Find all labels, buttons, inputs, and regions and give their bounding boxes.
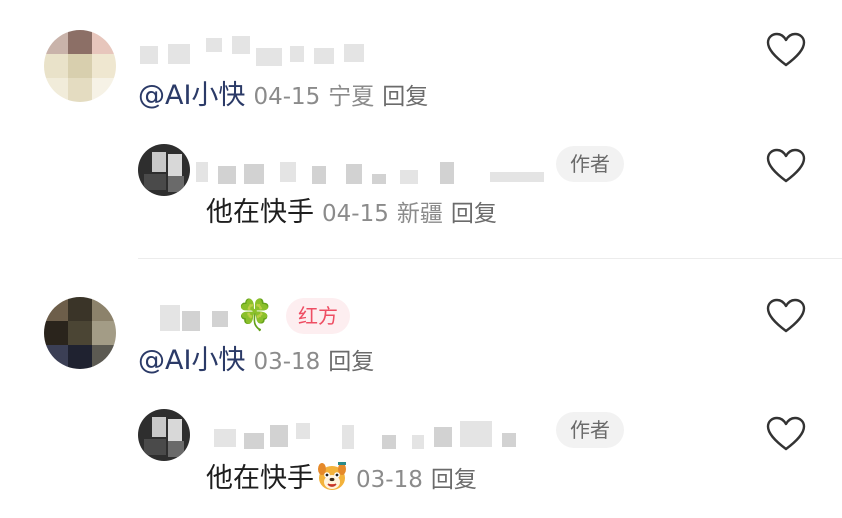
reply-button[interactable]: 回复 bbox=[431, 467, 477, 493]
username-blurred[interactable] bbox=[160, 297, 240, 337]
author-badge: 作者 bbox=[556, 412, 624, 448]
dog-face-emoji-icon bbox=[318, 462, 346, 490]
reply-button[interactable]: 回复 bbox=[328, 349, 374, 375]
reply-date: 03-18 bbox=[356, 467, 423, 493]
comment-date: 04-15 bbox=[253, 84, 321, 110]
comment-location: 宁夏 bbox=[328, 84, 375, 110]
four-leaf-clover-icon: 🍀 bbox=[236, 298, 274, 333]
username-blurred[interactable] bbox=[214, 417, 524, 457]
reply-text: 他在快手 bbox=[206, 463, 314, 494]
heart-outline-icon[interactable] bbox=[766, 298, 806, 334]
comment-item: @AI小快 04-15 宁夏 回复 作者 他在快手 04-15 新疆 回复 bbox=[0, 0, 842, 258]
avatar[interactable] bbox=[138, 144, 190, 196]
reply-text: 他在快手 bbox=[206, 197, 314, 228]
avatar[interactable] bbox=[138, 409, 190, 461]
reply-button[interactable]: 回复 bbox=[382, 84, 428, 110]
reply-body: 他在快手 03-18 回复 bbox=[206, 461, 477, 498]
comment-item: 🍀 红方 @AI小快 03-18 回复 作者 他在快手 03-18 回复 bbox=[0, 259, 842, 518]
avatar[interactable] bbox=[44, 297, 116, 369]
author-badge: 作者 bbox=[556, 146, 624, 182]
comment-body: @AI小快 03-18 回复 bbox=[138, 343, 374, 380]
heart-outline-icon[interactable] bbox=[766, 32, 806, 68]
reply-button[interactable]: 回复 bbox=[451, 201, 497, 227]
username-blurred[interactable] bbox=[196, 152, 556, 192]
heart-outline-icon[interactable] bbox=[766, 148, 806, 184]
mention-link[interactable]: @AI小快 bbox=[138, 345, 245, 376]
comment-body: @AI小快 04-15 宁夏 回复 bbox=[138, 78, 428, 115]
reply-body: 他在快手 04-15 新疆 回复 bbox=[206, 195, 497, 232]
reply-location: 新疆 bbox=[396, 201, 443, 227]
avatar[interactable] bbox=[44, 30, 116, 102]
username-blurred[interactable] bbox=[140, 34, 390, 74]
comment-date: 03-18 bbox=[253, 349, 321, 375]
red-side-badge: 红方 bbox=[286, 298, 350, 334]
mention-link[interactable]: @AI小快 bbox=[138, 80, 245, 111]
reply-date: 04-15 bbox=[322, 201, 389, 227]
heart-outline-icon[interactable] bbox=[766, 416, 806, 452]
